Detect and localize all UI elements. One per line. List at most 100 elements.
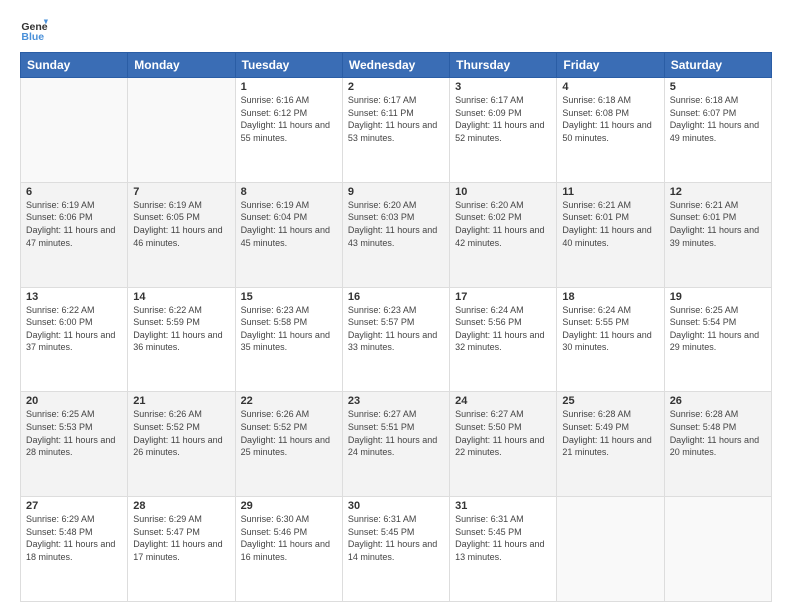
day-info: Sunrise: 6:23 AMSunset: 5:57 PMDaylight:… xyxy=(348,304,444,354)
day-number: 6 xyxy=(26,186,122,198)
day-info: Sunrise: 6:19 AMSunset: 6:06 PMDaylight:… xyxy=(26,199,122,249)
week-row-2: 6Sunrise: 6:19 AMSunset: 6:06 PMDaylight… xyxy=(21,182,772,287)
day-number: 8 xyxy=(241,186,337,198)
day-number: 30 xyxy=(348,500,444,512)
logo-icon: General Blue xyxy=(20,16,48,44)
day-number: 22 xyxy=(241,395,337,407)
week-row-5: 27Sunrise: 6:29 AMSunset: 5:48 PMDayligh… xyxy=(21,497,772,602)
calendar-cell: 22Sunrise: 6:26 AMSunset: 5:52 PMDayligh… xyxy=(235,392,342,497)
day-info: Sunrise: 6:19 AMSunset: 6:05 PMDaylight:… xyxy=(133,199,229,249)
calendar-cell: 7Sunrise: 6:19 AMSunset: 6:05 PMDaylight… xyxy=(128,182,235,287)
calendar-cell: 15Sunrise: 6:23 AMSunset: 5:58 PMDayligh… xyxy=(235,287,342,392)
calendar-cell: 31Sunrise: 6:31 AMSunset: 5:45 PMDayligh… xyxy=(450,497,557,602)
calendar-cell: 4Sunrise: 6:18 AMSunset: 6:08 PMDaylight… xyxy=(557,78,664,183)
day-number: 29 xyxy=(241,500,337,512)
day-number: 10 xyxy=(455,186,551,198)
day-number: 19 xyxy=(670,291,766,303)
weekday-header-friday: Friday xyxy=(557,53,664,78)
day-number: 25 xyxy=(562,395,658,407)
calendar-cell: 14Sunrise: 6:22 AMSunset: 5:59 PMDayligh… xyxy=(128,287,235,392)
day-number: 24 xyxy=(455,395,551,407)
svg-text:Blue: Blue xyxy=(21,31,44,43)
day-info: Sunrise: 6:22 AMSunset: 5:59 PMDaylight:… xyxy=(133,304,229,354)
calendar-cell: 12Sunrise: 6:21 AMSunset: 6:01 PMDayligh… xyxy=(664,182,771,287)
day-number: 1 xyxy=(241,81,337,93)
day-info: Sunrise: 6:23 AMSunset: 5:58 PMDaylight:… xyxy=(241,304,337,354)
day-number: 23 xyxy=(348,395,444,407)
calendar-cell: 1Sunrise: 6:16 AMSunset: 6:12 PMDaylight… xyxy=(235,78,342,183)
day-info: Sunrise: 6:21 AMSunset: 6:01 PMDaylight:… xyxy=(670,199,766,249)
day-number: 12 xyxy=(670,186,766,198)
weekday-header-thursday: Thursday xyxy=(450,53,557,78)
day-info: Sunrise: 6:24 AMSunset: 5:56 PMDaylight:… xyxy=(455,304,551,354)
day-info: Sunrise: 6:18 AMSunset: 6:08 PMDaylight:… xyxy=(562,94,658,144)
day-number: 20 xyxy=(26,395,122,407)
calendar-cell xyxy=(21,78,128,183)
day-number: 4 xyxy=(562,81,658,93)
day-info: Sunrise: 6:29 AMSunset: 5:48 PMDaylight:… xyxy=(26,513,122,563)
calendar-page: General Blue SundayMondayTuesdayWednesda… xyxy=(0,0,792,612)
day-number: 5 xyxy=(670,81,766,93)
week-row-4: 20Sunrise: 6:25 AMSunset: 5:53 PMDayligh… xyxy=(21,392,772,497)
day-info: Sunrise: 6:18 AMSunset: 6:07 PMDaylight:… xyxy=(670,94,766,144)
weekday-header-sunday: Sunday xyxy=(21,53,128,78)
calendar-cell: 27Sunrise: 6:29 AMSunset: 5:48 PMDayligh… xyxy=(21,497,128,602)
day-info: Sunrise: 6:31 AMSunset: 5:45 PMDaylight:… xyxy=(348,513,444,563)
day-info: Sunrise: 6:27 AMSunset: 5:50 PMDaylight:… xyxy=(455,408,551,458)
day-number: 3 xyxy=(455,81,551,93)
calendar-cell: 23Sunrise: 6:27 AMSunset: 5:51 PMDayligh… xyxy=(342,392,449,497)
weekday-header-row: SundayMondayTuesdayWednesdayThursdayFrid… xyxy=(21,53,772,78)
day-info: Sunrise: 6:17 AMSunset: 6:11 PMDaylight:… xyxy=(348,94,444,144)
calendar-cell: 17Sunrise: 6:24 AMSunset: 5:56 PMDayligh… xyxy=(450,287,557,392)
day-number: 11 xyxy=(562,186,658,198)
day-info: Sunrise: 6:20 AMSunset: 6:02 PMDaylight:… xyxy=(455,199,551,249)
calendar-cell: 21Sunrise: 6:26 AMSunset: 5:52 PMDayligh… xyxy=(128,392,235,497)
calendar-cell: 2Sunrise: 6:17 AMSunset: 6:11 PMDaylight… xyxy=(342,78,449,183)
calendar-cell: 18Sunrise: 6:24 AMSunset: 5:55 PMDayligh… xyxy=(557,287,664,392)
day-number: 14 xyxy=(133,291,229,303)
logo: General Blue xyxy=(20,16,52,44)
day-info: Sunrise: 6:28 AMSunset: 5:48 PMDaylight:… xyxy=(670,408,766,458)
day-info: Sunrise: 6:27 AMSunset: 5:51 PMDaylight:… xyxy=(348,408,444,458)
calendar-cell xyxy=(664,497,771,602)
day-info: Sunrise: 6:31 AMSunset: 5:45 PMDaylight:… xyxy=(455,513,551,563)
day-number: 2 xyxy=(348,81,444,93)
day-info: Sunrise: 6:29 AMSunset: 5:47 PMDaylight:… xyxy=(133,513,229,563)
day-number: 7 xyxy=(133,186,229,198)
calendar-cell: 24Sunrise: 6:27 AMSunset: 5:50 PMDayligh… xyxy=(450,392,557,497)
day-info: Sunrise: 6:26 AMSunset: 5:52 PMDaylight:… xyxy=(133,408,229,458)
day-info: Sunrise: 6:19 AMSunset: 6:04 PMDaylight:… xyxy=(241,199,337,249)
day-info: Sunrise: 6:22 AMSunset: 6:00 PMDaylight:… xyxy=(26,304,122,354)
calendar-cell: 26Sunrise: 6:28 AMSunset: 5:48 PMDayligh… xyxy=(664,392,771,497)
calendar-table: SundayMondayTuesdayWednesdayThursdayFrid… xyxy=(20,52,772,602)
weekday-header-tuesday: Tuesday xyxy=(235,53,342,78)
calendar-cell: 19Sunrise: 6:25 AMSunset: 5:54 PMDayligh… xyxy=(664,287,771,392)
calendar-cell: 10Sunrise: 6:20 AMSunset: 6:02 PMDayligh… xyxy=(450,182,557,287)
calendar-cell: 20Sunrise: 6:25 AMSunset: 5:53 PMDayligh… xyxy=(21,392,128,497)
calendar-cell: 25Sunrise: 6:28 AMSunset: 5:49 PMDayligh… xyxy=(557,392,664,497)
weekday-header-wednesday: Wednesday xyxy=(342,53,449,78)
calendar-cell: 6Sunrise: 6:19 AMSunset: 6:06 PMDaylight… xyxy=(21,182,128,287)
day-number: 21 xyxy=(133,395,229,407)
day-number: 26 xyxy=(670,395,766,407)
week-row-1: 1Sunrise: 6:16 AMSunset: 6:12 PMDaylight… xyxy=(21,78,772,183)
day-info: Sunrise: 6:26 AMSunset: 5:52 PMDaylight:… xyxy=(241,408,337,458)
day-info: Sunrise: 6:17 AMSunset: 6:09 PMDaylight:… xyxy=(455,94,551,144)
calendar-cell: 11Sunrise: 6:21 AMSunset: 6:01 PMDayligh… xyxy=(557,182,664,287)
day-number: 17 xyxy=(455,291,551,303)
calendar-cell xyxy=(557,497,664,602)
weekday-header-monday: Monday xyxy=(128,53,235,78)
calendar-cell: 13Sunrise: 6:22 AMSunset: 6:00 PMDayligh… xyxy=(21,287,128,392)
calendar-cell: 29Sunrise: 6:30 AMSunset: 5:46 PMDayligh… xyxy=(235,497,342,602)
header: General Blue xyxy=(20,16,772,44)
calendar-cell: 30Sunrise: 6:31 AMSunset: 5:45 PMDayligh… xyxy=(342,497,449,602)
day-info: Sunrise: 6:28 AMSunset: 5:49 PMDaylight:… xyxy=(562,408,658,458)
day-number: 15 xyxy=(241,291,337,303)
calendar-cell: 3Sunrise: 6:17 AMSunset: 6:09 PMDaylight… xyxy=(450,78,557,183)
day-number: 16 xyxy=(348,291,444,303)
day-info: Sunrise: 6:21 AMSunset: 6:01 PMDaylight:… xyxy=(562,199,658,249)
day-info: Sunrise: 6:25 AMSunset: 5:54 PMDaylight:… xyxy=(670,304,766,354)
day-info: Sunrise: 6:30 AMSunset: 5:46 PMDaylight:… xyxy=(241,513,337,563)
day-number: 31 xyxy=(455,500,551,512)
calendar-cell: 5Sunrise: 6:18 AMSunset: 6:07 PMDaylight… xyxy=(664,78,771,183)
